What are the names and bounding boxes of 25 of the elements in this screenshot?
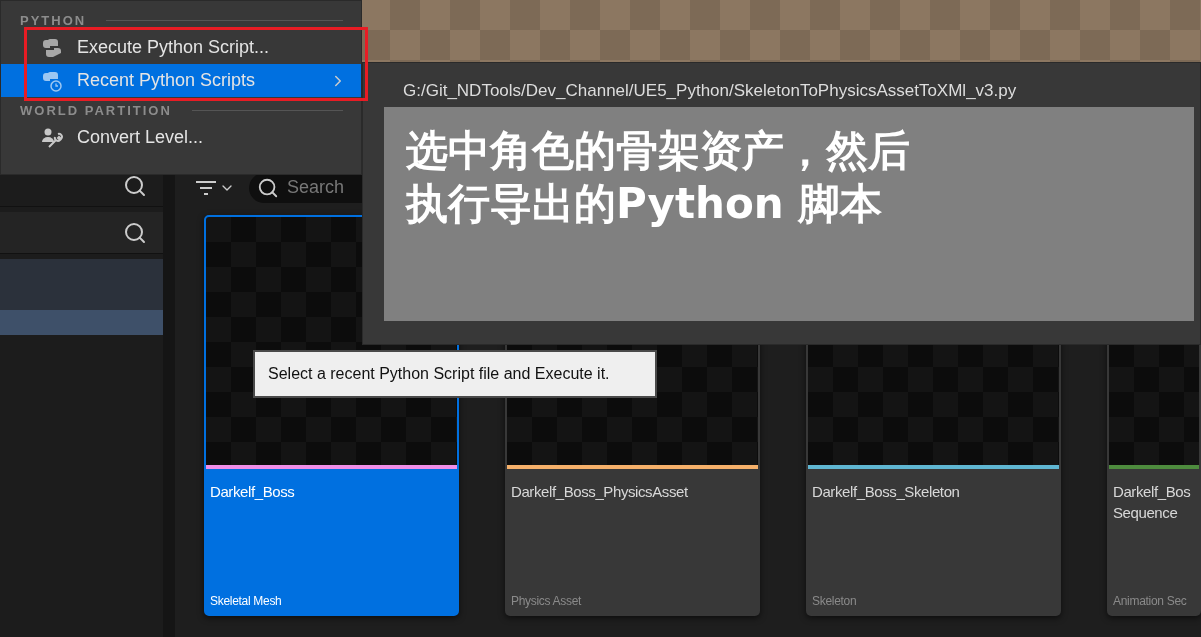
asset-type: Animation Sec [1113,594,1188,608]
asset-type: Skeleton [812,594,858,608]
search-icon[interactable] [123,173,147,198]
asset-name: Darkelf_Boss [210,482,296,502]
menu-item[interactable]: Execute Python Script... [1,31,361,64]
asset-name: Darkelf_Bos Sequence [1113,482,1192,523]
asset-name: Darkelf_Boss_PhysicsAsset [511,482,689,502]
asset-name: Darkelf_Boss_Skeleton [812,482,961,502]
menu-item[interactable]: Recent Python Scripts [1,64,361,97]
search-icon [257,176,279,199]
person-wrench-icon [41,126,63,149]
list-row[interactable] [0,310,163,335]
asset-type: Physics Asset [511,594,583,608]
annotation-note: 选中角色的骨架资产，然后 执行导出的Python 脚本 [384,107,1194,321]
section-heading: PYTHON [20,12,87,28]
python-clock-icon [41,69,63,92]
asset-type: Skeletal Mesh [210,594,283,608]
list-row[interactable] [0,259,163,310]
menu-item[interactable]: Convert Level... [1,121,361,154]
search-icon[interactable] [123,220,147,245]
filter-icon [195,178,217,197]
section-heading: WORLD PARTITION [20,102,172,118]
hint-tooltip: Select a recent Python Script file and Execute it. [253,350,657,398]
python-icon [41,36,63,59]
menu-item[interactable]: G:/Git_NDTools/Dev_Channel/UE5_Python/SkeletonToPhysicsAssetToXMl_v3.py [384,75,1192,107]
